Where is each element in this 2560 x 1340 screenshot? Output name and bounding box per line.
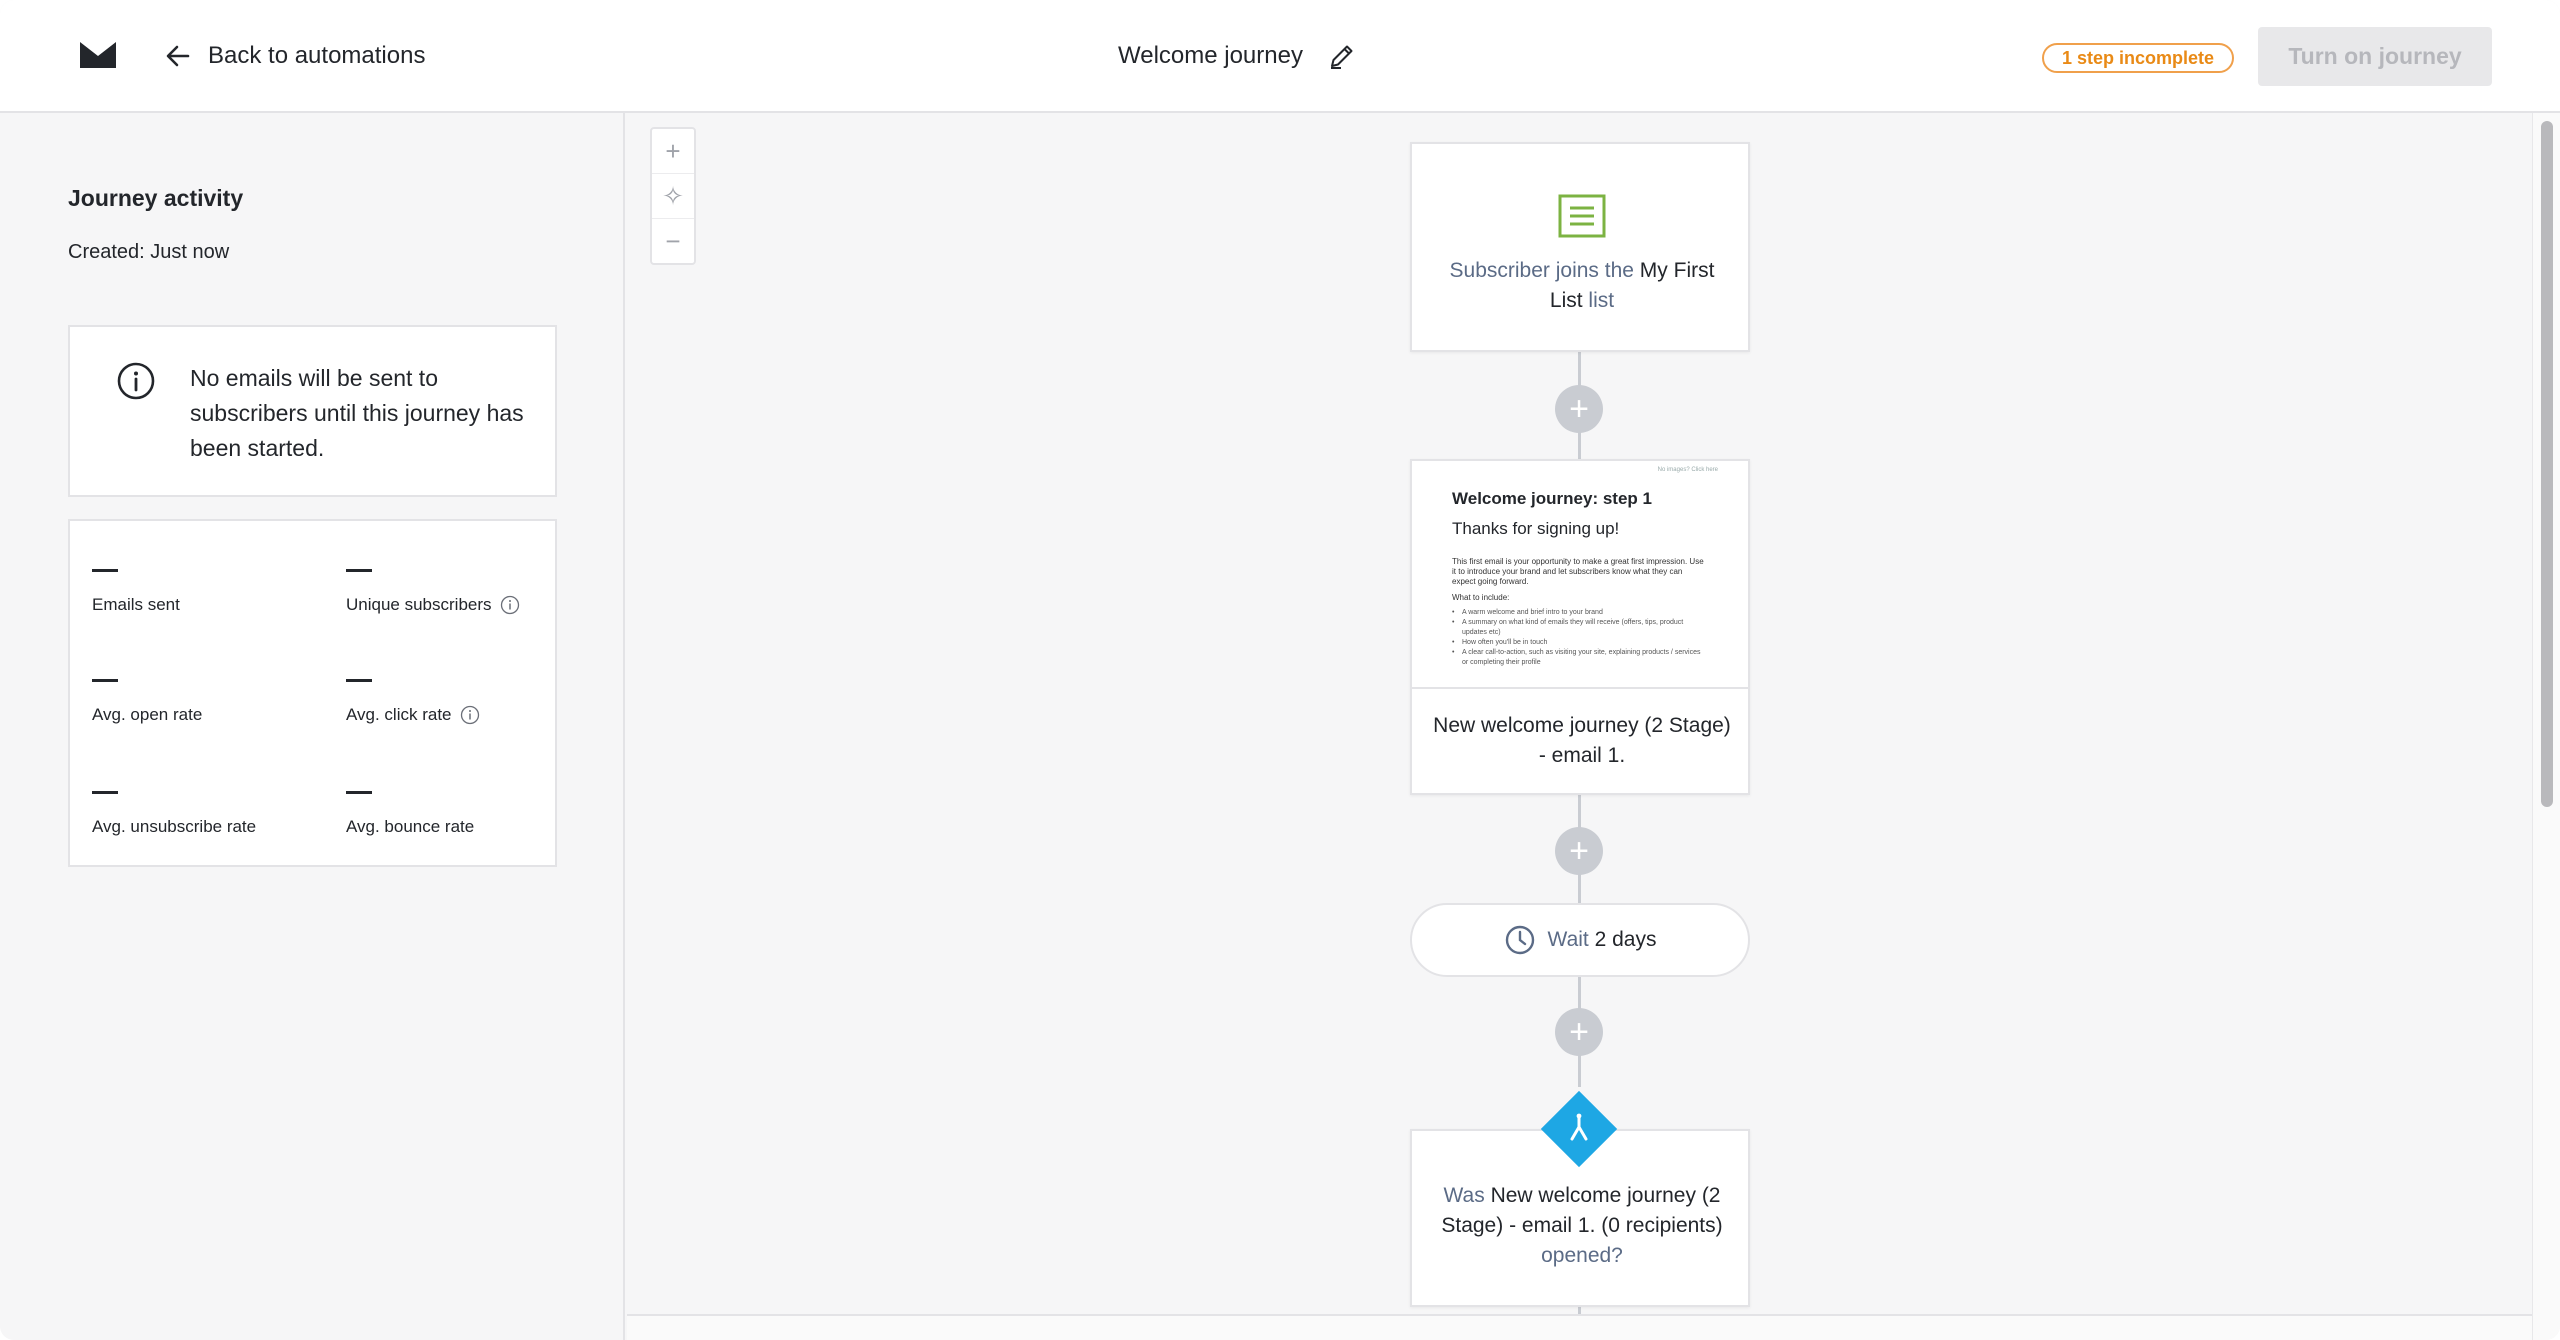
preview-list-item: A clear call-to-action, such as visiting… bbox=[1452, 648, 1708, 668]
vertical-scrollbar-thumb[interactable] bbox=[2541, 121, 2553, 807]
wait-node[interactable]: Wait 2 days bbox=[1410, 903, 1750, 977]
preview-list-item: A summary on what kind of emails they wi… bbox=[1452, 618, 1708, 638]
add-step-button[interactable]: + bbox=[1555, 385, 1603, 433]
info-small-icon[interactable] bbox=[460, 705, 480, 725]
notice-card: No emails will be sent to subscribers un… bbox=[68, 325, 557, 497]
stat-value-dash bbox=[346, 569, 372, 572]
stat-value-dash bbox=[346, 679, 372, 682]
trigger-node[interactable]: Subscriber joins the My First List list bbox=[1410, 142, 1750, 352]
condition-pre: Was bbox=[1443, 1184, 1491, 1207]
preview-subtitle: Thanks for signing up! bbox=[1452, 519, 1620, 538]
back-label: Back to automations bbox=[208, 42, 426, 69]
preview-paragraph: This first email is your opportunity to … bbox=[1452, 557, 1704, 586]
turn-on-journey-button[interactable]: Turn on journey bbox=[2258, 27, 2492, 86]
condition-post: opened? bbox=[1541, 1244, 1623, 1267]
stat-avg-click-rate: Avg. click rate bbox=[346, 679, 586, 725]
zoom-in-button[interactable]: + bbox=[652, 129, 694, 174]
back-to-automations-link[interactable]: Back to automations bbox=[164, 36, 425, 76]
preview-subheading: What to include: bbox=[1452, 593, 1510, 602]
wait-label: Wait bbox=[1547, 928, 1595, 951]
notice-text: No emails will be sent to subscribers un… bbox=[190, 365, 524, 461]
stat-label: Unique subscribers bbox=[346, 595, 492, 614]
stat-unique-subscribers: Unique subscribers bbox=[346, 569, 586, 615]
stat-value-dash bbox=[346, 791, 372, 794]
stat-value-dash bbox=[92, 679, 118, 682]
add-step-button[interactable]: + bbox=[1555, 827, 1603, 875]
journey-title-text: Welcome journey bbox=[1118, 42, 1303, 69]
clock-icon bbox=[1505, 925, 1534, 955]
app-window: Back to automations Welcome journey 1 st… bbox=[0, 0, 2560, 1340]
preview-title: Welcome journey: step 1 bbox=[1452, 489, 1652, 508]
incomplete-steps-badge: 1 step incomplete bbox=[2042, 43, 2235, 73]
wait-duration: 2 days bbox=[1594, 928, 1657, 951]
zoom-out-button[interactable]: − bbox=[652, 219, 694, 264]
arrow-left-icon bbox=[166, 45, 190, 67]
add-step-button[interactable]: + bbox=[1555, 1008, 1603, 1056]
journey-activity-sidebar: Journey activity Created: Just now No em… bbox=[0, 113, 625, 1340]
trigger-text-pre: Subscriber joins the bbox=[1449, 259, 1640, 282]
stat-label: Emails sent bbox=[92, 595, 180, 614]
created-text: Created: Just now bbox=[68, 241, 230, 263]
decision-split-icon bbox=[1540, 1090, 1618, 1168]
stat-avg-bounce-rate: Avg. bounce rate bbox=[346, 791, 586, 836]
email-node[interactable]: No images? Click here Welcome journey: s… bbox=[1410, 459, 1750, 795]
vertical-scrollbar[interactable] bbox=[2532, 113, 2560, 1340]
horizontal-scrollbar[interactable] bbox=[627, 1314, 2532, 1340]
info-small-icon[interactable] bbox=[500, 595, 520, 615]
trigger-text: Subscriber joins the My First List list bbox=[1432, 256, 1732, 316]
stat-label: Avg. click rate bbox=[346, 705, 452, 724]
sidebar-heading: Journey activity bbox=[68, 185, 244, 211]
journey-title: Welcome journey bbox=[1118, 36, 1357, 76]
zoom-controls: + ✧ − bbox=[650, 127, 696, 265]
zoom-fit-button[interactable]: ✧ bbox=[652, 174, 694, 219]
trigger-text-post: list bbox=[1582, 289, 1615, 312]
campaign-monitor-logo-icon[interactable] bbox=[80, 40, 116, 70]
edit-pencil-icon[interactable] bbox=[1327, 41, 1357, 71]
stat-value-dash bbox=[92, 791, 118, 794]
stat-label: Avg. bounce rate bbox=[346, 817, 475, 836]
preview-list-item: A warm welcome and brief intro to your b… bbox=[1452, 608, 1708, 618]
stat-avg-unsubscribe-rate: Avg. unsubscribe rate bbox=[92, 791, 332, 836]
email-preview-thumbnail: No images? Click here Welcome journey: s… bbox=[1412, 461, 1748, 689]
list-form-icon bbox=[1558, 194, 1606, 238]
preview-list-item: How often you'll be in touch bbox=[1452, 638, 1708, 648]
condition-text: Was New welcome journey (2 Stage) - emai… bbox=[1432, 1181, 1732, 1271]
top-bar: Back to automations Welcome journey 1 st… bbox=[0, 0, 2560, 113]
stat-value-dash bbox=[92, 569, 118, 572]
preview-top-link: No images? Click here bbox=[1657, 467, 1718, 473]
stat-emails-sent: Emails sent bbox=[92, 569, 332, 614]
stat-label: Avg. unsubscribe rate bbox=[92, 817, 257, 836]
info-icon bbox=[117, 362, 155, 400]
stat-label: Avg. open rate bbox=[92, 705, 203, 724]
email-caption: New welcome journey (2 Stage) - email 1. bbox=[1433, 714, 1731, 767]
stats-card: Emails sent Unique subscribers Avg. open… bbox=[68, 519, 557, 867]
stat-avg-open-rate: Avg. open rate bbox=[92, 679, 332, 724]
